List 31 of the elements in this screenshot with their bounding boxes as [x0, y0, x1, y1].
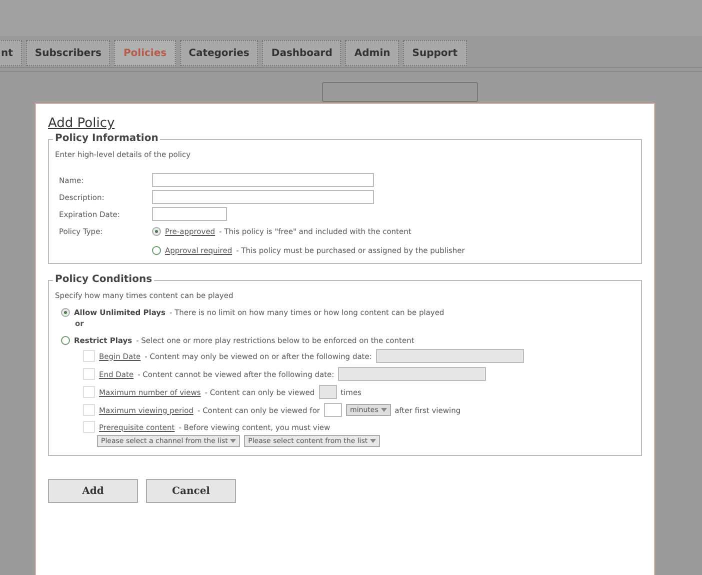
checkbox[interactable]: [83, 386, 95, 398]
nav-tab[interactable]: Admin: [345, 40, 400, 66]
nav-tab[interactable]: Dashboard: [262, 40, 342, 66]
input-field[interactable]: [324, 403, 342, 417]
search-field[interactable]: [322, 82, 478, 102]
input-field[interactable]: [152, 190, 374, 204]
fieldset-legend: Policy Information: [53, 133, 160, 144]
caret-icon: [370, 439, 376, 444]
radio-button[interactable]: [61, 308, 70, 317]
nav-tab[interactable]: nt: [0, 40, 22, 66]
checkbox[interactable]: [83, 404, 95, 416]
caret-icon: [380, 408, 387, 412]
checkbox[interactable]: [83, 421, 95, 433]
checkbox[interactable]: [83, 350, 95, 362]
nav-tab[interactable]: Subscribers: [26, 40, 110, 66]
input-field[interactable]: [152, 207, 227, 221]
radio-button[interactable]: [152, 227, 161, 236]
input-field[interactable]: [318, 385, 337, 399]
fieldset-legend: Policy Conditions: [53, 274, 154, 285]
radio-button[interactable]: [61, 336, 70, 345]
dialog-button[interactable]: Cancel: [146, 479, 236, 503]
radio-button[interactable]: [152, 246, 161, 255]
nav-tab[interactable]: Categories: [180, 40, 258, 66]
input-field[interactable]: [152, 173, 374, 187]
nav-tab[interactable]: Support: [403, 40, 466, 66]
dialog-button[interactable]: Add: [48, 479, 138, 503]
date-field[interactable]: [376, 349, 524, 363]
checkbox[interactable]: [83, 368, 95, 380]
caret-icon: [230, 439, 236, 444]
date-field[interactable]: [338, 367, 486, 381]
dialog-title: Add Policy: [48, 116, 116, 131]
